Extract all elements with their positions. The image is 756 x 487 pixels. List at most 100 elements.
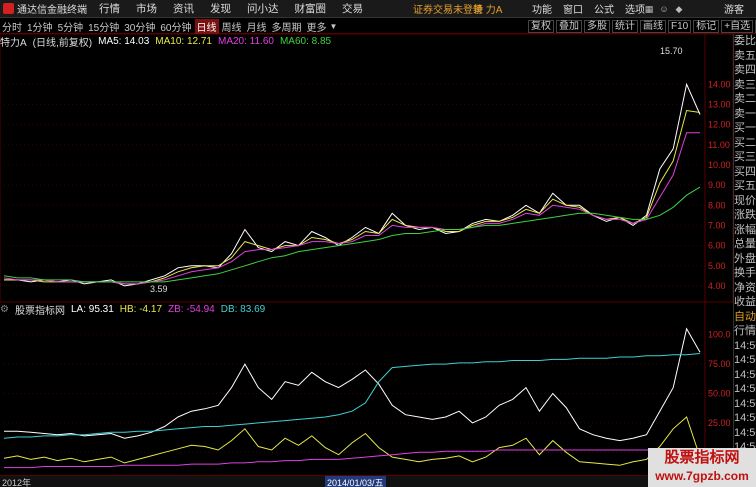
side-panel-item: 换手 — [734, 267, 756, 279]
side-panel-item: 外盘 — [734, 252, 756, 265]
add-watchlist-button[interactable]: +自选 — [721, 19, 754, 33]
chevron-down-icon[interactable]: ▼ — [330, 22, 338, 31]
menu-window[interactable]: 窗口 — [563, 1, 583, 16]
menu-wealth-circle[interactable]: 财富圈 — [295, 1, 327, 16]
side-panel-item: 14:50 — [734, 426, 756, 439]
tab-intraday[interactable]: 分时 — [0, 19, 24, 34]
price-tick-label: 5.00 — [708, 261, 726, 271]
f10-button[interactable]: F10 — [668, 19, 692, 33]
la-value: LA: 95.31 — [70, 303, 114, 315]
side-panel-item: 买二 — [734, 136, 756, 149]
side-panel-item: 卖四 — [734, 64, 756, 76]
mark-button[interactable]: 标记 — [693, 19, 720, 33]
price-tick-label: 9.00 — [708, 180, 726, 190]
tab-1min[interactable]: 1分钟 — [25, 19, 55, 34]
price-tick-label: 12.00 — [708, 120, 731, 130]
tab-daily[interactable]: 日线 — [194, 18, 219, 34]
ma10-value: MA10: 12.71 — [155, 35, 212, 47]
user-icon[interactable]: ☺ — [657, 3, 671, 15]
app-title: 通达信金融终端 — [17, 5, 87, 16]
tab-30min[interactable]: 30分钟 — [122, 19, 157, 34]
main-panel-frame — [0, 34, 733, 303]
tab-5min[interactable]: 5分钟 — [56, 19, 86, 34]
tab-weekly[interactable]: 周线 — [220, 19, 244, 34]
menu-market[interactable]: 市场 — [136, 1, 157, 16]
menu-functions[interactable]: 功能 — [532, 1, 552, 16]
la-line — [4, 327, 701, 442]
tab-60min[interactable]: 60分钟 — [158, 19, 193, 34]
date-cursor-label: 2014/01/03/五 — [325, 476, 386, 487]
app-logo-icon — [3, 3, 14, 14]
stock-name: 特力A — [0, 37, 27, 49]
watermark-title: 股票指标网 — [664, 449, 740, 466]
chart-area[interactable]: 14.00 13.00 12.00 11.00 10.00 9.00 8.00 7.00 6.0… — [0, 34, 733, 475]
side-panel-item: 总量 — [734, 238, 756, 250]
watermark-url: www.7gpzb.com — [655, 469, 749, 483]
indicator-header: ⚙ 股票指标网 LA: 95.31 HB: -4.17 ZB: -54.94 D… — [0, 302, 271, 317]
indicator-grid — [4, 334, 705, 453]
side-panel-item: 14:50 — [734, 339, 756, 352]
current-stock-title: 特 力A — [473, 5, 503, 16]
tab-multi-period[interactable]: 多周期 — [270, 19, 304, 34]
side-panel-item: 14:50 — [734, 368, 756, 381]
side-panel-item: 自动 — [734, 310, 756, 323]
pin-icon[interactable]: ◆ — [672, 3, 686, 15]
grid-icon[interactable]: ▦ — [642, 3, 656, 15]
side-panel-item: 卖二 — [734, 93, 756, 105]
side-panel-item: 买一 — [734, 122, 756, 134]
guest-account[interactable]: 游客 — [724, 1, 744, 16]
high-price-label: 15.70 — [660, 46, 683, 56]
db-value: DB: 83.69 — [220, 303, 266, 315]
side-panel-item: 买四 — [734, 165, 756, 178]
ma60-value: MA60: 8.85 — [279, 35, 332, 47]
draw-line-button[interactable]: 画线 — [640, 19, 666, 33]
tab-15min[interactable]: 15分钟 — [86, 19, 121, 34]
tab-monthly[interactable]: 月线 — [245, 19, 269, 34]
price-tick-label: 7.00 — [708, 220, 726, 230]
indicator-tick-label: 50.00 — [708, 389, 731, 399]
side-panel-item: 卖三 — [734, 78, 756, 91]
zb-line — [4, 448, 701, 469]
low-price-label: 3.59 — [150, 284, 168, 294]
side-panel-item: 净资 — [734, 281, 756, 294]
side-panel-item: 14:50 — [734, 412, 756, 424]
db-line — [3, 353, 701, 439]
chart-mode: (日线,前复权) — [32, 37, 93, 49]
menu-news[interactable]: 资讯 — [173, 1, 194, 16]
ma5-value: MA5: 14.03 — [98, 35, 150, 47]
price-tick-label: 11.00 — [708, 140, 730, 150]
side-panel-item: 14:50 — [734, 397, 756, 410]
side-panel-item: 涨跌 — [734, 209, 756, 221]
price-tick-label: 10.00 — [708, 160, 731, 170]
main-chart-header: 特力A (日线,前复权) MA5: 14.03 MA10: 12.71 MA20… — [0, 35, 337, 49]
menu-trade[interactable]: 交易 — [342, 1, 363, 16]
watermark: 股票指标网 www.7gpzb.com — [648, 448, 756, 487]
date-axis: 2012年 2014/01/03/五 — [0, 475, 733, 487]
period-tab-bar: 分时 1分钟 5分钟 15分钟 30分钟 60分钟 日线 周线 月线 多周期 更… — [0, 18, 756, 34]
side-panel-item: 现价 — [734, 194, 756, 207]
date-start-label: 2012年 — [2, 478, 32, 487]
side-panel-item: 收益 — [734, 296, 756, 308]
indicator-ticks: 100.075.0050.0025.000.00 — [708, 330, 731, 458]
menu-market-quotes[interactable]: 行情 — [99, 1, 120, 16]
overlay-button[interactable]: 叠加 — [556, 19, 582, 33]
multi-stock-button[interactable]: 多股 — [584, 19, 610, 33]
adjust-button[interactable]: 复权 — [528, 19, 554, 33]
statistics-button[interactable]: 统计 — [612, 19, 638, 33]
menu-ask[interactable]: 问小达 — [247, 1, 279, 16]
side-panel-item: 买三 — [734, 151, 756, 163]
gear-icon[interactable]: ⚙ — [0, 304, 9, 315]
price-tick-label: 4.00 — [708, 281, 726, 291]
price-tick-label: 6.00 — [708, 241, 726, 251]
quote-side-panel[interactable]: 委比 卖五 卖四 卖三 卖二 卖一 买一 买二 买三 买四 买五 现价 涨跌 涨幅 总量 外盘 换手 净资 收益 自动… — [733, 34, 756, 487]
tab-more[interactable]: 更多 — [305, 19, 329, 34]
menu-discover[interactable]: 发现 — [210, 1, 231, 16]
side-panel-item: 卖一 — [734, 107, 756, 120]
menu-formula[interactable]: 公式 — [594, 1, 614, 16]
side-panel-item: 委比 — [734, 35, 756, 47]
indicator-name[interactable]: 股票指标网 — [15, 302, 65, 317]
indicator-tick-label: 100.0 — [708, 330, 731, 340]
price-tick-label: 14.00 — [708, 79, 731, 89]
indicator-lines — [3, 327, 701, 469]
title-bar: 通达信金融终端 行情 市场 资讯 发现 问小达 财富圈 交易 证券交易未登录 特… — [0, 0, 756, 18]
